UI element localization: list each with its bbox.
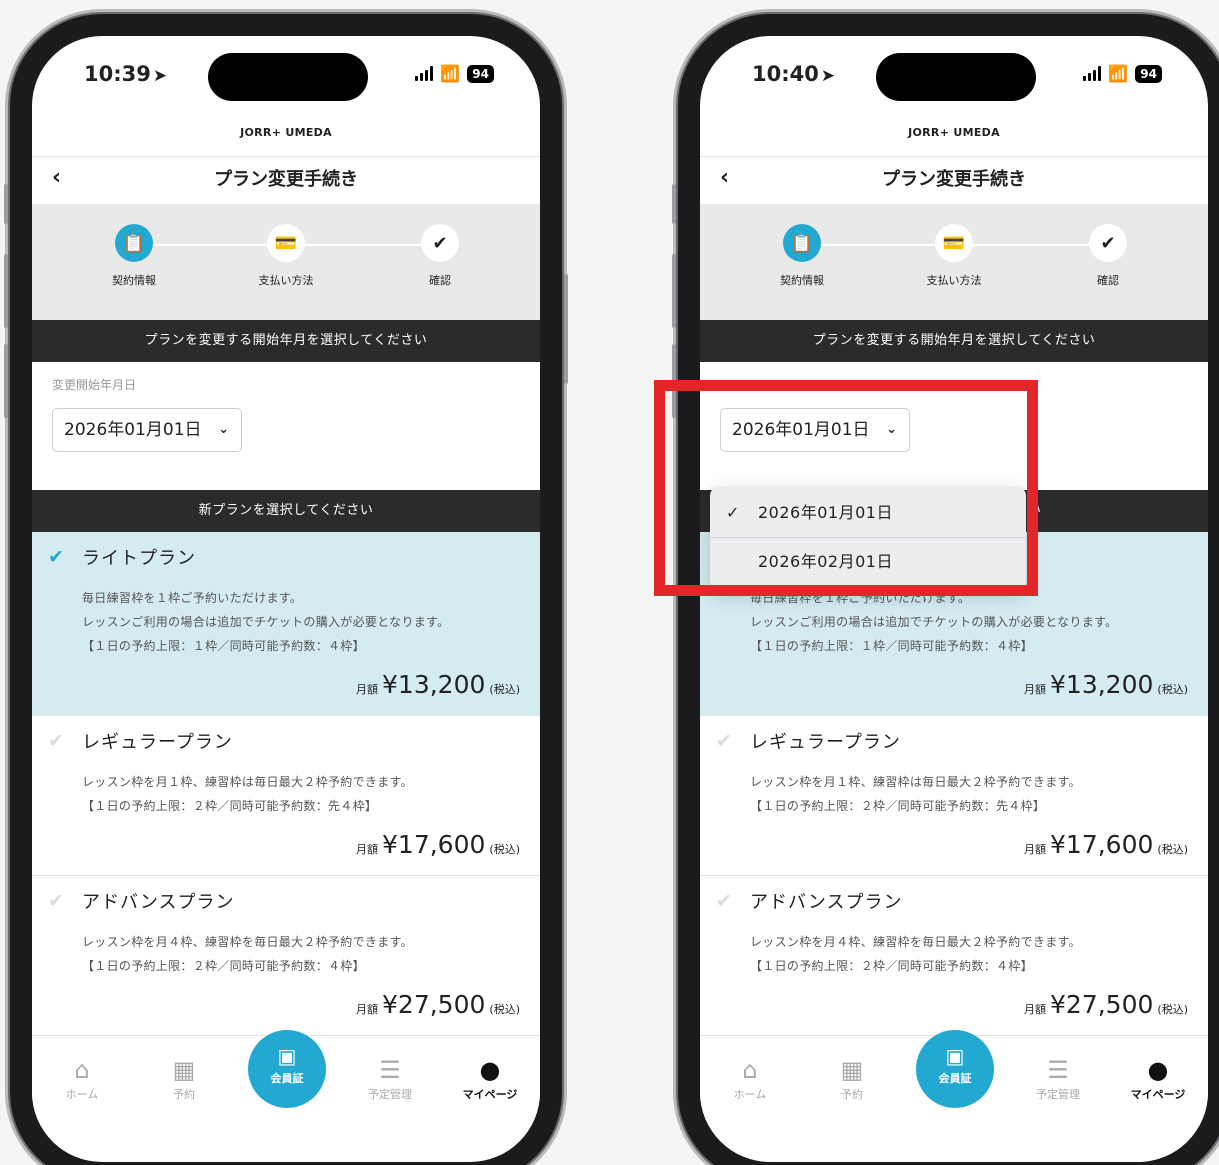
step-confirm: ✔ 確認 <box>1048 224 1168 288</box>
section-header-start-date: プランを変更する開始年月を選択してください <box>32 320 540 362</box>
tab-schedule[interactable]: ☰ 予定管理 <box>350 1056 430 1102</box>
signal-icon <box>415 66 434 81</box>
dynamic-island <box>208 53 368 101</box>
home-icon: ⌂ <box>74 1056 90 1084</box>
chevron-down-icon: ⌄ <box>218 422 229 437</box>
tab-home[interactable]: ⌂ ホーム <box>710 1056 790 1102</box>
step-contract-info: 📋 契約情報 <box>742 224 862 288</box>
battery-indicator: 94 <box>467 64 494 83</box>
signal-icon <box>1083 66 1102 81</box>
tab-home[interactable]: ⌂ ホーム <box>42 1056 122 1102</box>
credit-card-icon: 💳 <box>935 224 973 262</box>
progress-stepper: 📋 契約情報 💳 支払い方法 ✔ 確認 <box>700 204 1208 320</box>
plan-advance[interactable]: ✔ アドバンスプラン レッスン枠を月４枠、練習枠を毎日最大２枠予約できます。 【… <box>700 876 1208 1036</box>
step-payment: 💳 支払い方法 <box>894 224 1014 288</box>
page-title: プラン変更手続き <box>882 169 1026 190</box>
user-icon: ● <box>1147 1056 1169 1084</box>
clock: 10:40 ➤ <box>752 62 836 86</box>
document-icon: 📋 <box>115 224 153 262</box>
status-bar: 10:40 ➤ 📶 94 <box>700 36 1208 118</box>
check-icon: ✔ <box>716 730 732 752</box>
battery-indicator: 94 <box>1135 64 1162 83</box>
section-header-plan: 新プランを選択してください <box>32 490 540 532</box>
list-icon: ☰ <box>379 1056 401 1084</box>
highlight-box <box>654 380 1038 596</box>
check-icon: ✔ <box>48 546 64 568</box>
store-name: JORR+ UMEDA <box>240 126 332 139</box>
location-arrow-icon: ➤ <box>152 66 168 86</box>
tab-bar: ⌂ ホーム ▦ 予約 ▣ 会員証 ☰ 予定管理 ● マイページ <box>700 1030 1208 1126</box>
plan-advance[interactable]: ✔ アドバンスプラン レッスン枠を月４枠、練習枠を毎日最大２枠予約できます。 【… <box>32 876 540 1036</box>
screen-left: 10:39 ➤ 📶 94 JORR+ UMEDA ‹ プラン変更手続き 📋 契約情… <box>32 36 540 1162</box>
tab-bar: ⌂ ホーム ▦ 予約 ▣ 会員証 ☰ 予定管理 ● マイページ <box>32 1030 540 1126</box>
tab-schedule[interactable]: ☰ 予定管理 <box>1018 1056 1098 1102</box>
tab-reserve[interactable]: ▦ 予約 <box>144 1056 224 1102</box>
dynamic-island <box>876 53 1036 101</box>
step-contract-info: 📋 契約情報 <box>74 224 194 288</box>
step-payment: 💳 支払い方法 <box>226 224 346 288</box>
home-icon: ⌂ <box>742 1056 758 1084</box>
list-icon: ☰ <box>1047 1056 1069 1084</box>
calendar-icon: ▦ <box>840 1056 864 1084</box>
tab-mypage[interactable]: ● マイページ <box>1118 1056 1198 1102</box>
progress-stepper: 📋 契約情報 💳 支払い方法 ✔ 確認 <box>32 204 540 320</box>
plan-regular[interactable]: ✔ レギュラープラン レッスン枠を月１枠、練習枠は毎日最大２枠予約できます。 【… <box>32 716 540 876</box>
page-title: プラン変更手続き <box>214 169 358 190</box>
calendar-icon: ▦ <box>172 1056 196 1084</box>
phone-left: 10:39 ➤ 📶 94 JORR+ UMEDA ‹ プラン変更手続き 📋 契約情… <box>4 14 568 1165</box>
check-icon: ✔ <box>48 730 64 752</box>
screen-right: 10:40 ➤ 📶 94 JORR+ UMEDA ‹ プラン変更手続き 📋 契約情… <box>700 36 1208 1162</box>
location-arrow-icon: ➤ <box>820 66 836 86</box>
tab-member-card[interactable]: ▣ 会員証 <box>248 1030 326 1108</box>
check-icon: ✔ <box>716 890 732 912</box>
step-confirm: ✔ 確認 <box>380 224 500 288</box>
clock: 10:39 ➤ <box>84 62 168 86</box>
document-icon: 📋 <box>783 224 821 262</box>
field-label: 変更開始年月日 <box>52 378 137 392</box>
tab-reserve[interactable]: ▦ 予約 <box>812 1056 892 1102</box>
store-name: JORR+ UMEDA <box>908 126 1000 139</box>
date-select[interactable]: 2026年01月01日 ⌄ <box>52 408 242 452</box>
wifi-icon: 📶 <box>440 64 461 83</box>
user-icon: ● <box>479 1056 501 1084</box>
section-header-start-date: プランを変更する開始年月を選択してください <box>700 320 1208 362</box>
plan-regular[interactable]: ✔ レギュラープラン レッスン枠を月１枠、練習枠は毎日最大２枠予約できます。 【… <box>700 716 1208 876</box>
check-icon: ✔ <box>48 890 64 912</box>
tab-mypage[interactable]: ● マイページ <box>450 1056 530 1102</box>
qr-code-icon: ▣ <box>945 1044 965 1068</box>
credit-card-icon: 💳 <box>267 224 305 262</box>
qr-code-icon: ▣ <box>277 1044 297 1068</box>
check-icon: ✔ <box>421 224 459 262</box>
status-bar: 10:39 ➤ 📶 94 <box>32 36 540 118</box>
tab-member-card[interactable]: ▣ 会員証 <box>916 1030 994 1108</box>
wifi-icon: 📶 <box>1108 64 1129 83</box>
check-icon: ✔ <box>1089 224 1127 262</box>
plan-light[interactable]: ✔ ライトプラン 毎日練習枠を１枠ご予約いただけます。 レッスンご利用の場合は追… <box>32 532 540 716</box>
